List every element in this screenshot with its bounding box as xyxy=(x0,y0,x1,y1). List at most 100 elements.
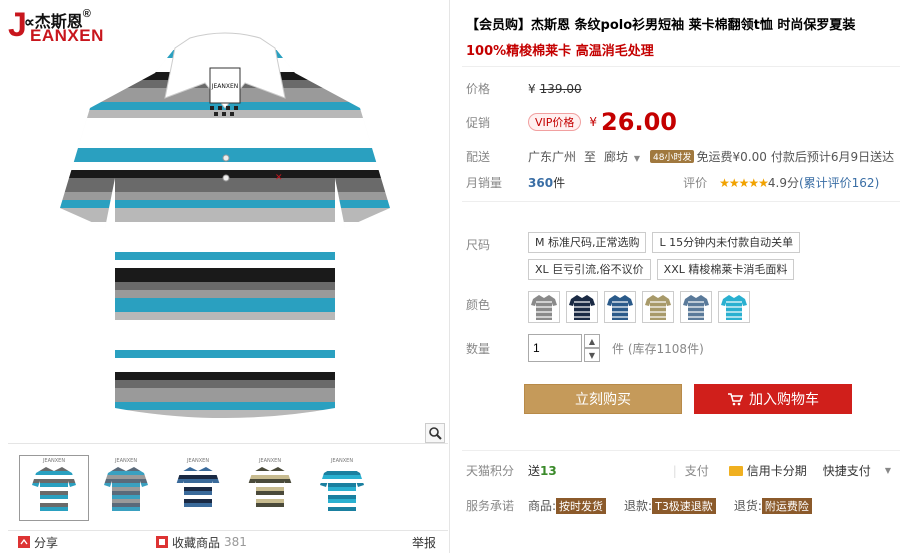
thumbnail-cyan-stripe[interactable]: JEANXEN xyxy=(306,454,378,522)
thumbnail-shirt-icon xyxy=(176,467,220,511)
magnifier-icon xyxy=(429,427,442,440)
service-prefix: 退款: xyxy=(624,499,653,513)
promo-currency: ¥ xyxy=(589,115,598,129)
qty-label: 数量 xyxy=(466,342,491,356)
pay-credit[interactable]: 信用卡分期 xyxy=(728,462,807,479)
thumbnail-khaki-stripe[interactable]: JEANXEN xyxy=(234,454,306,522)
shirt-stripe xyxy=(60,350,390,358)
vip-badge: VIP价格 xyxy=(528,113,582,131)
color-options xyxy=(528,291,750,323)
qty-label-row: 数量 xyxy=(462,340,528,357)
service-label: 服务承诺 xyxy=(466,499,515,513)
thumbnail-gray-stripe[interactable]: JEANXEN xyxy=(18,454,90,522)
thumbnail-brand: JEANXEN xyxy=(330,458,354,464)
color-option-navy[interactable] xyxy=(566,291,598,323)
color-label-row: 颜色 xyxy=(462,296,528,313)
quantity-input[interactable] xyxy=(528,334,582,362)
zoom-button[interactable] xyxy=(425,423,445,443)
product-info: 【会员购】杰斯恩 条纹polo衫男短袖 莱卡棉翻领t恤 时尚保罗夏装 100%精… xyxy=(462,0,900,553)
stock-info: 件 (库存1108件) xyxy=(612,340,704,357)
product-title: 【会员购】杰斯恩 条纹polo衫男短袖 莱卡棉翻领t恤 时尚保罗夏装 xyxy=(466,18,856,33)
color-option-steel[interactable] xyxy=(680,291,712,323)
product-subtitle: 100%精梭棉莱卡 高温消毛处理 xyxy=(466,44,654,59)
review-count-link[interactable]: (累计评价162) xyxy=(799,174,879,191)
points-row: 天猫积分 送 13 | 支付 信用卡分期 快捷支付 ▼ xyxy=(462,462,891,479)
favorite-icon xyxy=(156,536,169,548)
thumbnail-brand: JEANXEN xyxy=(42,458,66,464)
color-option-cyan[interactable] xyxy=(718,291,750,323)
service-tag[interactable]: T3极速退款 xyxy=(652,497,716,514)
pay-quick[interactable]: 快捷支付 xyxy=(823,462,871,479)
qty-arrows: ▲ ▼ xyxy=(584,334,600,362)
qty-decrease-button[interactable]: ▼ xyxy=(584,348,600,362)
chevron-down-icon[interactable]: ▼ xyxy=(885,466,891,475)
size-option-1[interactable]: M 标准尺码,正常选购 xyxy=(528,232,647,253)
shirt-stripe xyxy=(60,200,390,208)
color-option-khaki[interactable] xyxy=(642,291,674,323)
shirt-stripe xyxy=(60,118,390,132)
cart-icon xyxy=(728,393,743,406)
sales-count: 360 xyxy=(528,175,554,190)
size-option-2[interactable]: L 15分钟内未付款自动关单 xyxy=(652,232,801,253)
ship-tag: 48小时发 xyxy=(650,150,695,163)
shirt-stripe xyxy=(60,358,390,372)
shirt-stripe xyxy=(60,290,390,298)
thumbnail-gray-stripe-2[interactable]: JEANXEN xyxy=(90,454,162,522)
thumbnail-shirt-icon xyxy=(248,467,292,511)
original-price-row: 价格 ¥ 139.00 xyxy=(462,80,582,97)
shirt-stripe xyxy=(60,342,390,350)
service-tag[interactable]: 附运费险 xyxy=(761,497,812,514)
chevron-down-icon: ▼ xyxy=(633,154,641,163)
shirt-stripe xyxy=(60,208,390,222)
report-link[interactable]: 举报 xyxy=(412,534,436,551)
pay-divider: | xyxy=(672,463,677,478)
ship-from: 广东广州 xyxy=(528,150,577,164)
chest-logo: ✕ xyxy=(275,173,283,183)
buy-now-button[interactable]: 立刻购买 xyxy=(524,384,682,414)
logo-reg: ® xyxy=(82,8,91,20)
size-label: 尺码 xyxy=(466,238,491,252)
promo-label: 促销 xyxy=(466,115,491,130)
thumbnail-shirt-icon xyxy=(104,467,148,511)
pay-label: 支付 xyxy=(684,464,709,478)
ship-dest: 廊坊 xyxy=(604,150,629,164)
rating-stars: ★★★★★ xyxy=(719,175,769,190)
shirt-stripe xyxy=(60,238,390,252)
shirt-stripe xyxy=(60,222,390,230)
size-label-row: 尺码 xyxy=(462,236,528,253)
color-option-blue[interactable] xyxy=(604,291,636,323)
points-value: 13 xyxy=(540,463,557,478)
color-option-gray[interactable] xyxy=(528,291,560,323)
thumbnail-navy-stripe[interactable]: JEANXEN xyxy=(162,454,234,522)
shirt-stripe xyxy=(60,328,390,342)
service-row: 服务承诺 商品: 按时发货 退款: T3极速退款 退货: 附运费险 xyxy=(462,497,812,514)
service-tag[interactable]: 按时发货 xyxy=(556,497,607,514)
thumbnail-brand: JEANXEN xyxy=(114,458,138,464)
size-option-3[interactable]: XL 巨亏引流,俗不议价 xyxy=(528,259,651,280)
thumbnail-strip: JEANXEN JEANXEN JEANXEN JEANXEN JEANXEN xyxy=(8,443,448,523)
shipping-label: 配送 xyxy=(466,150,491,164)
shirt-stripe xyxy=(60,140,390,148)
ship-fee: 免运费¥0.00 xyxy=(696,150,767,164)
ship-eta: 付款后预计6月9日送达 xyxy=(770,150,895,164)
add-to-cart-button[interactable]: 加入购物车 xyxy=(694,384,852,414)
points-prefix: 送 xyxy=(528,464,541,478)
thumbnail-shirt-icon xyxy=(320,467,364,511)
share-icon xyxy=(18,536,30,548)
color-swatch-icon xyxy=(721,295,747,320)
qty-increase-button[interactable]: ▲ xyxy=(584,334,600,348)
shirt-stripe xyxy=(60,320,390,328)
color-swatch-icon xyxy=(531,295,557,320)
share-link[interactable]: 分享 xyxy=(18,534,58,551)
sales-unit: 件 xyxy=(553,176,566,190)
shirt-stripe xyxy=(60,252,390,260)
promo-price: 26.00 xyxy=(601,108,677,136)
favorite-link[interactable]: 收藏商品 381 xyxy=(156,534,247,551)
stock-count: (库存1108件) xyxy=(627,341,704,356)
service-prefix: 商品: xyxy=(528,499,557,513)
ship-to-word: 至 xyxy=(584,150,597,164)
ship-dest-select[interactable]: 廊坊 ▼ xyxy=(604,148,640,165)
main-product-image[interactable]: JEANXEN ✕ xyxy=(60,28,390,428)
shirt-stripe xyxy=(60,260,390,268)
size-option-4[interactable]: XXL 精梭棉莱卡消毛面料 xyxy=(656,259,795,280)
